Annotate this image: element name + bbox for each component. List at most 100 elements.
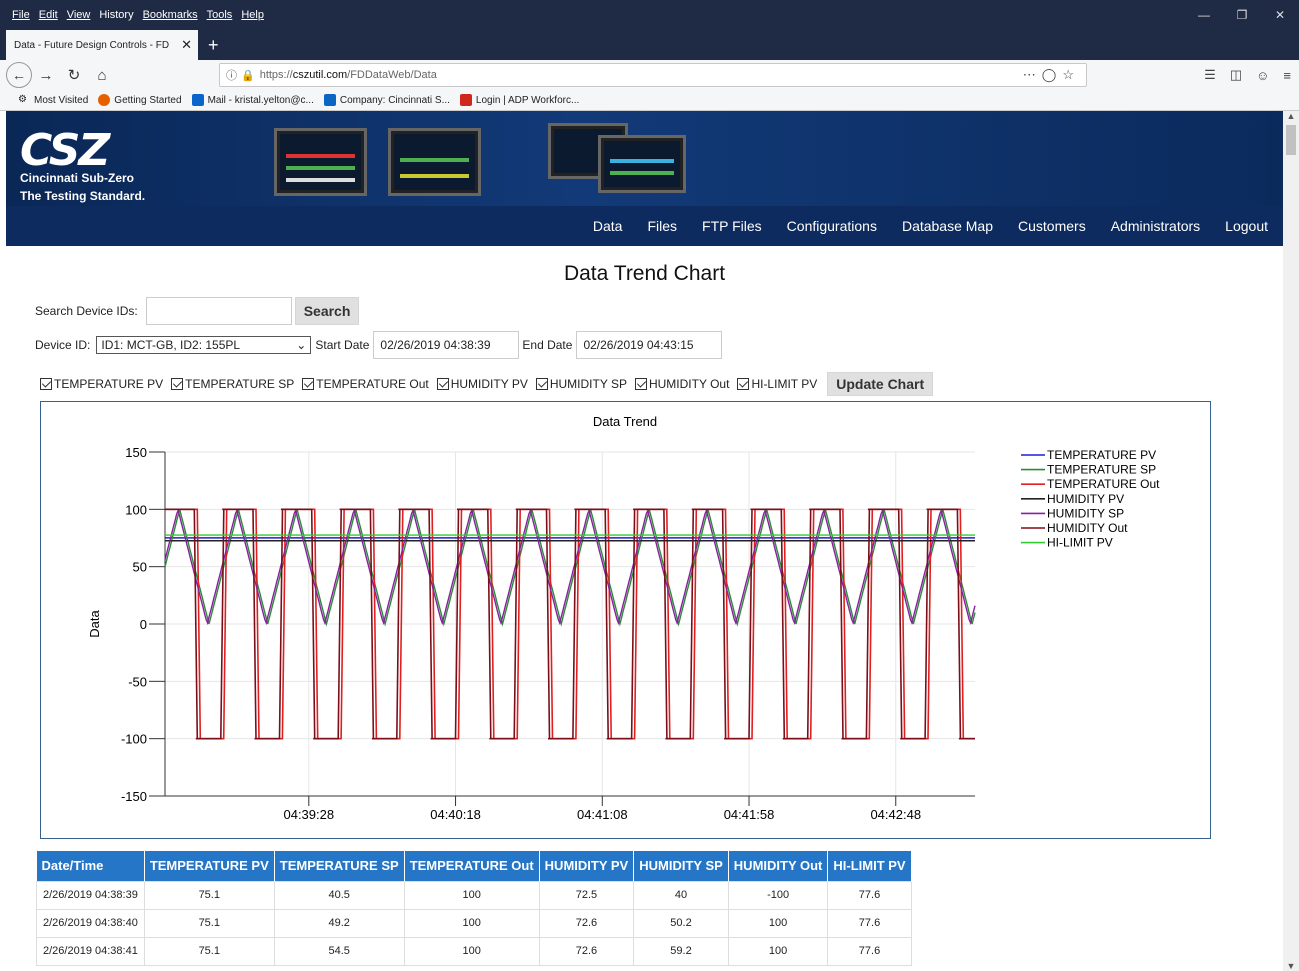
legend-label: HUMIDITY Out xyxy=(1047,521,1128,535)
page-content: CSZ Cincinnati Sub-Zero The Testing Stan… xyxy=(6,111,1283,971)
y-tick-label: 50 xyxy=(133,560,147,575)
url-protocol: https:// xyxy=(259,69,293,81)
url-path: /FDDataWeb/Data xyxy=(347,69,437,81)
table-cell: 72.5 xyxy=(538,880,635,910)
close-tab-icon[interactable]: ✕ xyxy=(181,37,192,53)
update-chart-button[interactable]: Update Chart xyxy=(827,372,934,396)
scroll-down-icon[interactable]: ▼ xyxy=(1283,961,1299,971)
table-cell: 72.6 xyxy=(538,936,635,966)
browser-tab[interactable]: Data - Future Design Controls - FD ✕ xyxy=(6,30,198,60)
checkbox-checked-icon[interactable] xyxy=(436,378,449,390)
table-cell: 59.2 xyxy=(633,936,729,966)
nav-administrators[interactable]: Administrators xyxy=(1111,218,1200,234)
column-header[interactable]: HUMIDITY Out xyxy=(728,851,829,881)
back-arrow-icon[interactable]: ← xyxy=(6,62,32,88)
home-icon[interactable]: ⌂ xyxy=(88,61,116,89)
y-tick-label: -100 xyxy=(121,732,147,747)
checkbox-checked-icon[interactable] xyxy=(737,378,750,390)
account-icon[interactable]: ☺ xyxy=(1256,68,1269,83)
scroll-thumb[interactable] xyxy=(1286,125,1296,155)
nav-ftp-files[interactable]: FTP Files xyxy=(702,218,762,234)
table-cell: 49.2 xyxy=(273,908,405,938)
checkbox-label: HI-LIMIT PV xyxy=(751,377,818,391)
sidebar-icon[interactable]: ◫ xyxy=(1230,67,1242,83)
menu-help[interactable]: Help xyxy=(241,9,264,21)
column-header[interactable]: HI-LIMIT PV xyxy=(827,851,912,881)
tablet-image xyxy=(598,135,686,193)
logo-mark: CSZ xyxy=(20,125,110,176)
checkbox-temperature-sp[interactable]: TEMPERATURE SP xyxy=(171,377,294,391)
column-header[interactable]: HUMIDITY SP xyxy=(633,851,729,881)
checkbox-temperature-out[interactable]: TEMPERATURE Out xyxy=(302,377,429,391)
table-cell: 77.6 xyxy=(827,908,912,938)
bookmark-getting-started[interactable]: Getting Started xyxy=(98,94,182,106)
tab-title: Data - Future Design Controls - FD xyxy=(14,39,170,51)
menu-bookmarks[interactable]: Bookmarks xyxy=(143,9,198,21)
checkbox-label: TEMPERATURE SP xyxy=(185,377,295,391)
column-header[interactable]: TEMPERATURE SP xyxy=(274,851,405,881)
column-header[interactable]: TEMPERATURE Out xyxy=(404,851,540,881)
start-date-input[interactable]: 02/26/2019 04:38:39 xyxy=(373,331,520,359)
scroll-up-icon[interactable]: ▲ xyxy=(1283,111,1299,121)
checkbox-checked-icon[interactable] xyxy=(40,378,52,390)
close-window-icon[interactable]: ✕ xyxy=(1261,0,1299,30)
checkbox-temperature-pv[interactable]: TEMPERATURE PV xyxy=(40,377,163,391)
checkbox-checked-icon[interactable] xyxy=(171,378,184,390)
bookmark-most-visited[interactable]: ⚙ Most Visited xyxy=(18,94,88,106)
legend-label: HUMIDITY PV xyxy=(1047,492,1124,506)
library-icon[interactable]: ☰ xyxy=(1204,67,1216,83)
menu-tools[interactable]: Tools xyxy=(207,9,233,21)
device-id-select[interactable]: ID1: MCT-GB, ID2: 155PL ⌄ xyxy=(96,336,312,354)
x-tick-label: 04:39:28 xyxy=(283,807,334,822)
checkbox-humidity-sp[interactable]: HUMIDITY SP xyxy=(535,377,627,391)
column-header[interactable]: HUMIDITY PV xyxy=(539,851,635,881)
info-icon[interactable]: ⓘ xyxy=(226,67,237,83)
checkbox-checked-icon[interactable] xyxy=(302,378,315,390)
y-tick-label: -150 xyxy=(121,789,147,804)
column-header[interactable]: Date/Time xyxy=(36,851,145,881)
search-button[interactable]: Search xyxy=(294,297,360,325)
site-header: CSZ Cincinnati Sub-Zero The Testing Stan… xyxy=(6,111,1283,246)
x-tick-label: 04:40:18 xyxy=(430,807,481,822)
page-title: Data Trend Chart xyxy=(563,262,726,285)
nav-logout[interactable]: Logout xyxy=(1225,218,1268,234)
menu-history[interactable]: History xyxy=(99,9,133,21)
site-nav: Data Files FTP Files Configurations Data… xyxy=(6,206,1283,246)
minimize-icon[interactable]: — xyxy=(1185,0,1223,30)
nav-data[interactable]: Data xyxy=(593,218,623,234)
new-tab-icon[interactable]: + xyxy=(198,30,229,60)
checkbox-humidity-pv[interactable]: HUMIDITY PV xyxy=(436,377,528,391)
checkbox-checked-icon[interactable] xyxy=(634,378,647,390)
checkbox-checked-icon[interactable] xyxy=(535,378,548,390)
csz-logo[interactable]: CSZ Cincinnati Sub-Zero The Testing Stan… xyxy=(20,125,146,204)
nav-customers[interactable]: Customers xyxy=(1018,218,1086,234)
search-device-input[interactable] xyxy=(145,297,292,325)
nav-database-map[interactable]: Database Map xyxy=(902,218,993,234)
restore-icon[interactable]: ❐ xyxy=(1223,0,1261,30)
menu-file[interactable]: File xyxy=(12,9,30,21)
checkbox-hi-limit-pv[interactable]: HI-LIMIT PV xyxy=(737,377,817,391)
controller-screen-image xyxy=(274,128,367,196)
menu-view[interactable]: View xyxy=(67,9,91,21)
table-cell: 72.6 xyxy=(538,908,635,938)
chart-title: Data Trend xyxy=(593,414,657,429)
page-actions-icon[interactable]: ⋯◯☆ xyxy=(1023,67,1080,83)
end-date-input[interactable]: 02/26/2019 04:43:15 xyxy=(576,331,723,359)
bookmark-adp[interactable]: Login | ADP Workforc... xyxy=(459,94,579,106)
url-bar[interactable]: ⓘ 🔒 https:// cszutil.com /FDDataWeb/Data… xyxy=(219,63,1087,87)
table-cell: 100 xyxy=(727,936,829,966)
checkbox-humidity-out[interactable]: HUMIDITY Out xyxy=(634,377,729,391)
column-header[interactable]: TEMPERATURE PV xyxy=(144,851,275,881)
reload-icon[interactable]: ↻ xyxy=(60,61,88,89)
page-scrollbar[interactable]: ▲ ▼ xyxy=(1283,111,1299,971)
bookmark-mail[interactable]: Mail - kristal.yelton@c... xyxy=(191,94,314,106)
data-table: Date/Time TEMPERATURE PV TEMPERATURE SP TEM… xyxy=(36,851,912,966)
menu-edit[interactable]: Edit xyxy=(39,9,58,21)
hamburger-menu-icon[interactable]: ≡ xyxy=(1283,68,1291,83)
nav-configurations[interactable]: Configurations xyxy=(787,218,877,234)
forward-arrow-icon[interactable]: → xyxy=(32,61,60,89)
nav-files[interactable]: Files xyxy=(647,218,677,234)
logo-tagline: The Testing Standard. xyxy=(20,189,146,203)
x-tick-label: 04:41:58 xyxy=(724,807,775,822)
bookmark-company[interactable]: Company: Cincinnati S... xyxy=(323,94,450,106)
